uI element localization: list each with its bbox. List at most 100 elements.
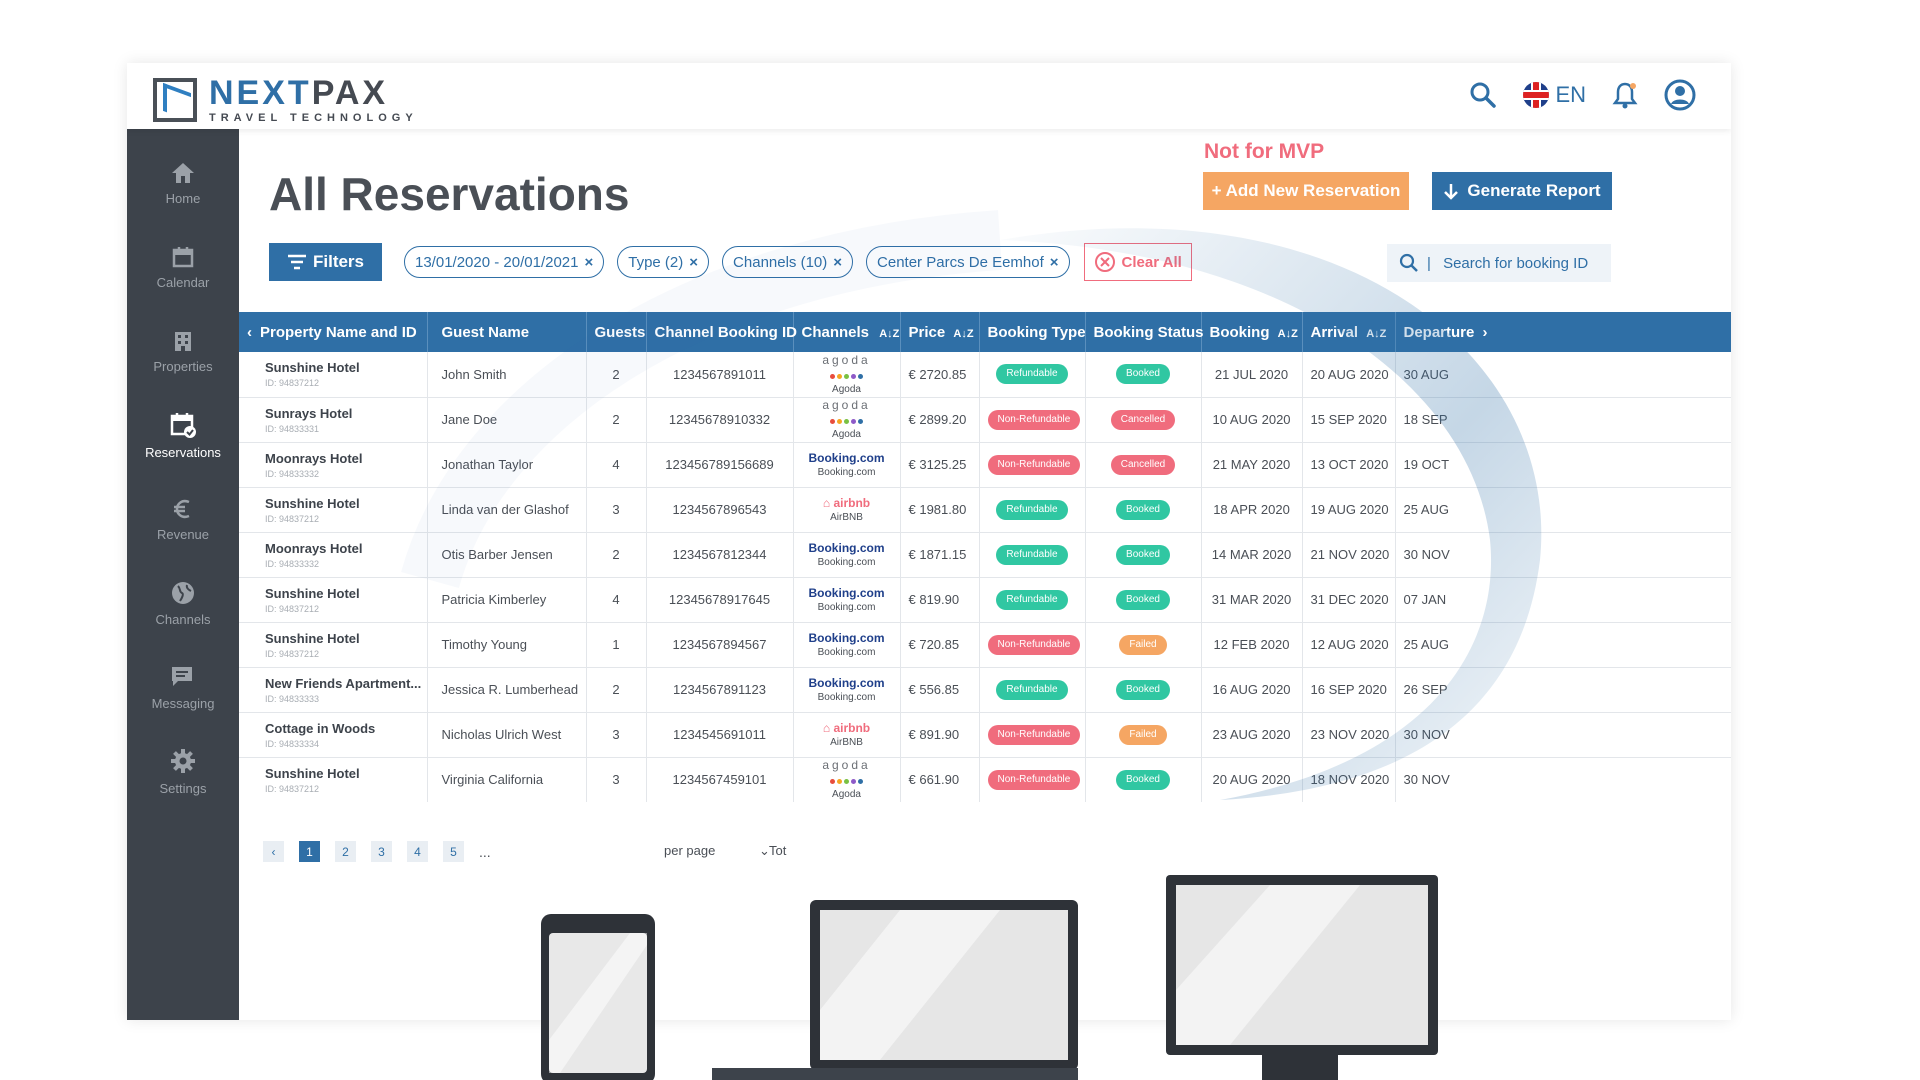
- col-property[interactable]: ‹ Property Name and ID: [239, 312, 428, 352]
- prev-page-button[interactable]: ‹: [263, 841, 284, 862]
- chevron-left-icon[interactable]: ‹: [247, 324, 252, 341]
- page-button[interactable]: 2: [335, 841, 356, 862]
- add-reservation-button[interactable]: + Add New Reservation: [1203, 172, 1409, 210]
- sidebar-item-channels[interactable]: Channels: [127, 561, 239, 645]
- arrow-down-icon: [1444, 184, 1459, 200]
- price-cell: € 2720.85: [900, 352, 980, 398]
- property-cell: Sunrays Hotel ID: 94833331: [239, 397, 428, 443]
- guest-cell: Jonathan Taylor: [427, 442, 587, 488]
- booking-type-badge: Refundable: [996, 589, 1068, 610]
- page-button[interactable]: 3: [371, 841, 392, 862]
- sidebar-item-reservations[interactable]: Reservations: [127, 393, 239, 477]
- price-cell: € 819.90: [900, 577, 980, 623]
- table-row[interactable]: New Friends Apartment... ID: 94833333 Jess…: [239, 667, 1731, 713]
- sidebar-item-settings[interactable]: Settings: [127, 729, 239, 813]
- col-booking[interactable]: Booking A↓Z: [1201, 312, 1303, 352]
- sidebar-item-properties[interactable]: Properties: [127, 309, 239, 393]
- page-button[interactable]: 1: [299, 841, 320, 862]
- col-price[interactable]: Price A↓Z: [900, 312, 980, 352]
- property-name[interactable]: Moonrays Hotel: [247, 451, 419, 466]
- property-name[interactable]: Moonrays Hotel: [247, 541, 419, 556]
- filters-button[interactable]: Filters: [269, 243, 382, 281]
- booking-type-badge: Non-Refundable: [987, 454, 1081, 475]
- agoda-dots: [802, 367, 892, 382]
- close-icon[interactable]: ×: [584, 254, 593, 271]
- close-icon[interactable]: ×: [1050, 254, 1059, 271]
- arrival-cell: 31 DEC 2020: [1302, 577, 1396, 623]
- price-cell: € 891.90: [900, 712, 980, 758]
- clear-all-label: Clear All: [1121, 253, 1182, 271]
- col-channels[interactable]: Channels A↓Z: [793, 312, 901, 352]
- property-id: ID: 94837212: [265, 603, 320, 614]
- property-name[interactable]: Sunshine Hotel: [247, 766, 419, 781]
- generate-report-button[interactable]: Generate Report: [1432, 172, 1612, 210]
- filter-chip-property[interactable]: Center Parcs De Eemhof ×: [866, 246, 1070, 278]
- table-row[interactable]: Moonrays Hotel ID: 94833332 Jonathan Taylo…: [239, 442, 1731, 488]
- col-guest[interactable]: Guest Name: [427, 312, 587, 352]
- guests-cell: 1: [586, 622, 647, 668]
- booking-status-cell: Failed: [1085, 622, 1202, 668]
- chat-icon: [172, 666, 192, 686]
- booking-status-cell: Booked: [1085, 667, 1202, 713]
- table-row[interactable]: Sunshine Hotel ID: 94837212 Linda van der …: [239, 487, 1731, 533]
- property-name[interactable]: Sunshine Hotel: [247, 496, 419, 511]
- table-row[interactable]: Sunshine Hotel ID: 94837212 Virginia Calif…: [239, 757, 1731, 802]
- booking-type-badge: Refundable: [996, 364, 1068, 385]
- property-name[interactable]: Sunshine Hotel: [247, 631, 419, 646]
- channel-name: Booking.com: [817, 646, 876, 658]
- total-label: Tot: [769, 843, 787, 858]
- booking-type-badge: Non-Refundable: [987, 409, 1081, 430]
- property-name[interactable]: Sunrays Hotel: [247, 406, 419, 421]
- close-icon[interactable]: ×: [833, 254, 842, 271]
- property-name[interactable]: Cottage in Woods: [247, 721, 419, 736]
- table-row[interactable]: Sunshine Hotel ID: 94837212 Patricia Kimbe…: [239, 577, 1731, 623]
- status-badge: Booked: [1116, 679, 1170, 700]
- status-badge: Booked: [1116, 364, 1170, 385]
- property-name[interactable]: Sunshine Hotel: [247, 360, 419, 375]
- sort-icon[interactable]: A↓Z: [953, 328, 973, 340]
- filter-chip-date[interactable]: 13/01/2020 - 20/01/2021 ×: [404, 246, 605, 278]
- sidebar-item-revenue[interactable]: Revenue: [127, 477, 239, 561]
- col-departure[interactable]: Departure ›: [1395, 312, 1731, 352]
- guest-cell: Nicholas Ulrich West: [427, 712, 587, 758]
- guest-cell: Otis Barber Jensen: [427, 532, 587, 578]
- search-icon[interactable]: [1469, 81, 1497, 109]
- filter-chip-channels[interactable]: Channels (10) ×: [722, 246, 854, 278]
- bell-icon[interactable]: [1612, 81, 1638, 109]
- table-row[interactable]: Cottage in Woods ID: 94833334 Nicholas Ulr…: [239, 712, 1731, 758]
- col-guests[interactable]: Guests: [586, 312, 647, 352]
- col-booking-status[interactable]: Booking Status: [1085, 312, 1204, 352]
- table-row[interactable]: Sunshine Hotel ID: 94837212 Timothy Young 1…: [239, 622, 1731, 668]
- channel-cell: agoda Agoda: [793, 352, 901, 398]
- sidebar: Home Calendar Properties Reservations Re…: [127, 129, 239, 1020]
- clear-all-button[interactable]: Clear All: [1083, 243, 1192, 281]
- table-row[interactable]: Moonrays Hotel ID: 94833332 Otis Barber Je…: [239, 532, 1731, 578]
- close-icon[interactable]: ×: [689, 254, 698, 271]
- language-selector[interactable]: EN: [1523, 82, 1586, 108]
- col-booking-type[interactable]: Booking Type: [979, 312, 1086, 352]
- table-row[interactable]: Sunshine Hotel ID: 94837212 John Smith 2 123…: [239, 352, 1731, 398]
- booking-search-input[interactable]: | Search for booking ID: [1387, 244, 1611, 282]
- col-arrival[interactable]: Arrival A↓Z: [1302, 312, 1396, 352]
- sort-icon[interactable]: A↓Z: [1278, 328, 1298, 340]
- chip-label: Channels (10): [733, 253, 828, 271]
- filter-chip-type[interactable]: Type (2) ×: [617, 246, 710, 278]
- table-row[interactable]: Sunrays Hotel ID: 94833331 Jane Doe 2 123456…: [239, 397, 1731, 443]
- channel-name: AirBNB: [830, 736, 863, 748]
- property-name[interactable]: New Friends Apartment...: [247, 676, 421, 691]
- sidebar-item-calendar[interactable]: Calendar: [127, 225, 239, 309]
- sidebar-item-messaging[interactable]: Messaging: [127, 645, 239, 729]
- agoda-logo-icon: agoda: [822, 398, 871, 412]
- guests-cell: 2: [586, 532, 647, 578]
- property-name[interactable]: Sunshine Hotel: [247, 586, 419, 601]
- user-avatar-icon[interactable]: [1664, 79, 1696, 111]
- per-page-select[interactable]: per page ⌄: [664, 843, 770, 859]
- nextpax-logo[interactable]: NEXTPAX TRAVEL TECHNOLOGY: [153, 76, 418, 124]
- col-booking-id[interactable]: Channel Booking ID: [646, 312, 797, 352]
- sort-icon[interactable]: A↓Z: [1366, 328, 1386, 340]
- chevron-right-icon[interactable]: ›: [1483, 324, 1488, 341]
- page-button[interactable]: 4: [407, 841, 428, 862]
- sort-icon[interactable]: A↓Z: [879, 328, 899, 340]
- page-button[interactable]: 5: [443, 841, 464, 862]
- sidebar-item-home[interactable]: Home: [127, 141, 239, 225]
